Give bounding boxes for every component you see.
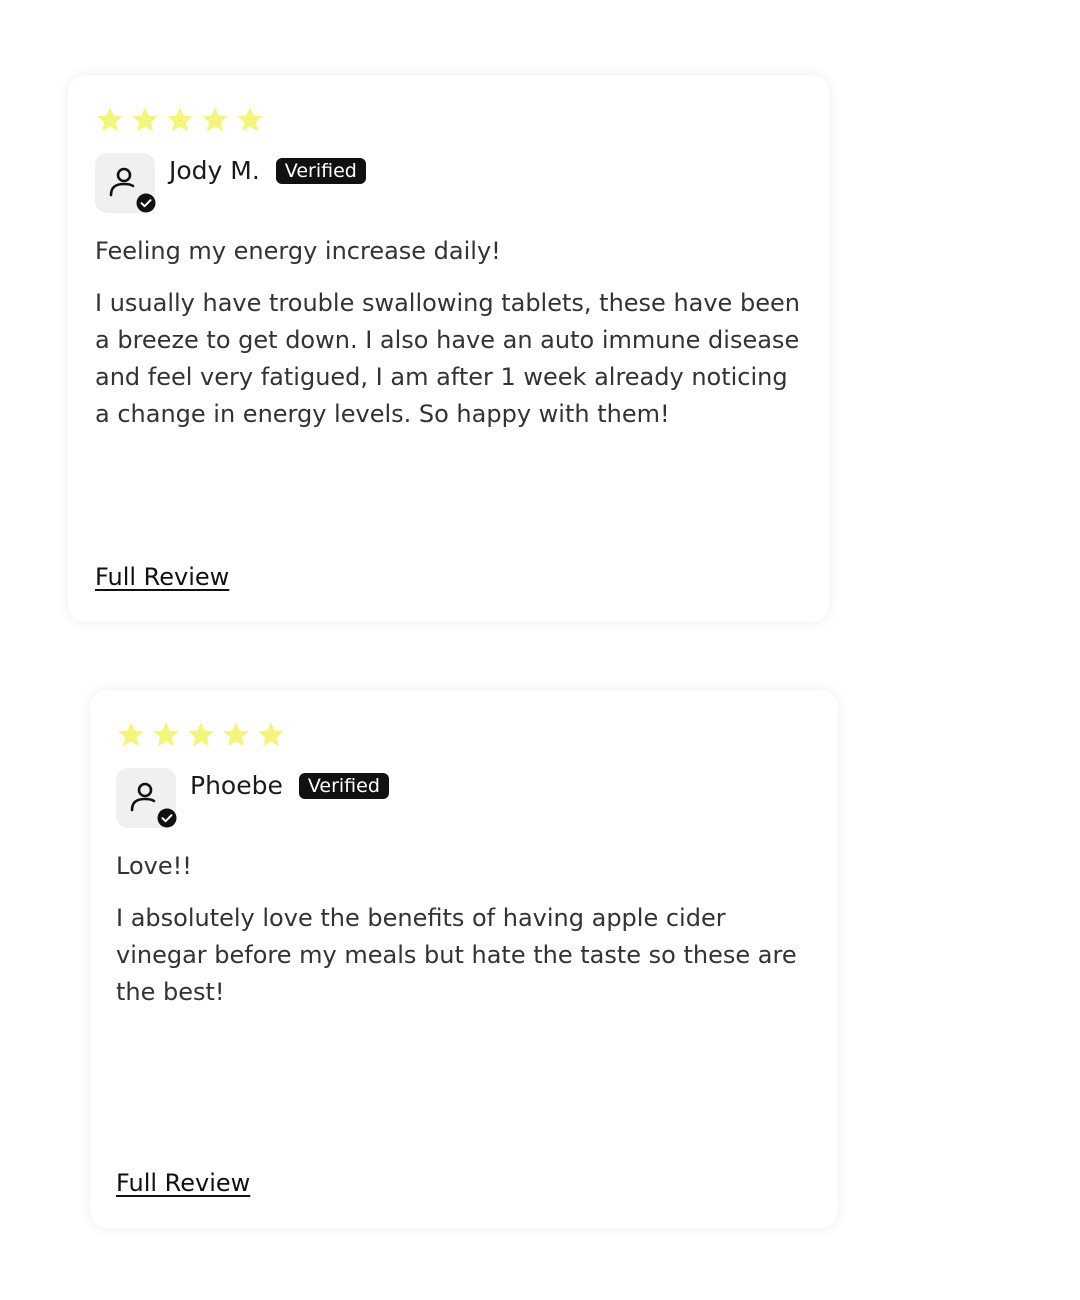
avatar [95, 153, 156, 213]
reviewer-info: Jody M. Verified [95, 153, 803, 215]
star-rating [116, 718, 812, 752]
avatar [116, 768, 177, 828]
review-card: Jody M. Verified Feeling my energy incre… [68, 75, 829, 622]
verified-badge: Verified [298, 773, 389, 799]
verified-check-icon [136, 193, 156, 213]
star-icon [186, 720, 216, 750]
reviewer-name: Phoebe [190, 771, 283, 800]
review-title: Love!! [116, 852, 192, 880]
star-icon [256, 720, 286, 750]
star-icon [130, 105, 160, 135]
star-icon [165, 105, 195, 135]
star-icon [95, 105, 125, 135]
verified-badge: Verified [275, 158, 366, 184]
review-card: Phoebe Verified Love!! I absolutely love… [90, 690, 838, 1228]
star-icon [221, 720, 251, 750]
star-icon [151, 720, 181, 750]
full-review-link[interactable]: Full Review [116, 1167, 250, 1199]
verified-check-icon [157, 808, 177, 828]
star-icon [235, 105, 265, 135]
star-icon [200, 105, 230, 135]
review-title: Feeling my energy increase daily! [95, 237, 501, 265]
reviewer-name: Jody M. [169, 156, 260, 185]
review-body: I absolutely love the benefits of having… [116, 904, 797, 1006]
reviews-page: Jody M. Verified Feeling my energy incre… [0, 0, 1080, 1300]
star-icon [116, 720, 146, 750]
reviewer-info: Phoebe Verified [116, 768, 812, 830]
star-rating [95, 103, 803, 137]
review-body: I usually have trouble swallowing tablet… [95, 289, 800, 428]
full-review-link[interactable]: Full Review [95, 561, 229, 593]
